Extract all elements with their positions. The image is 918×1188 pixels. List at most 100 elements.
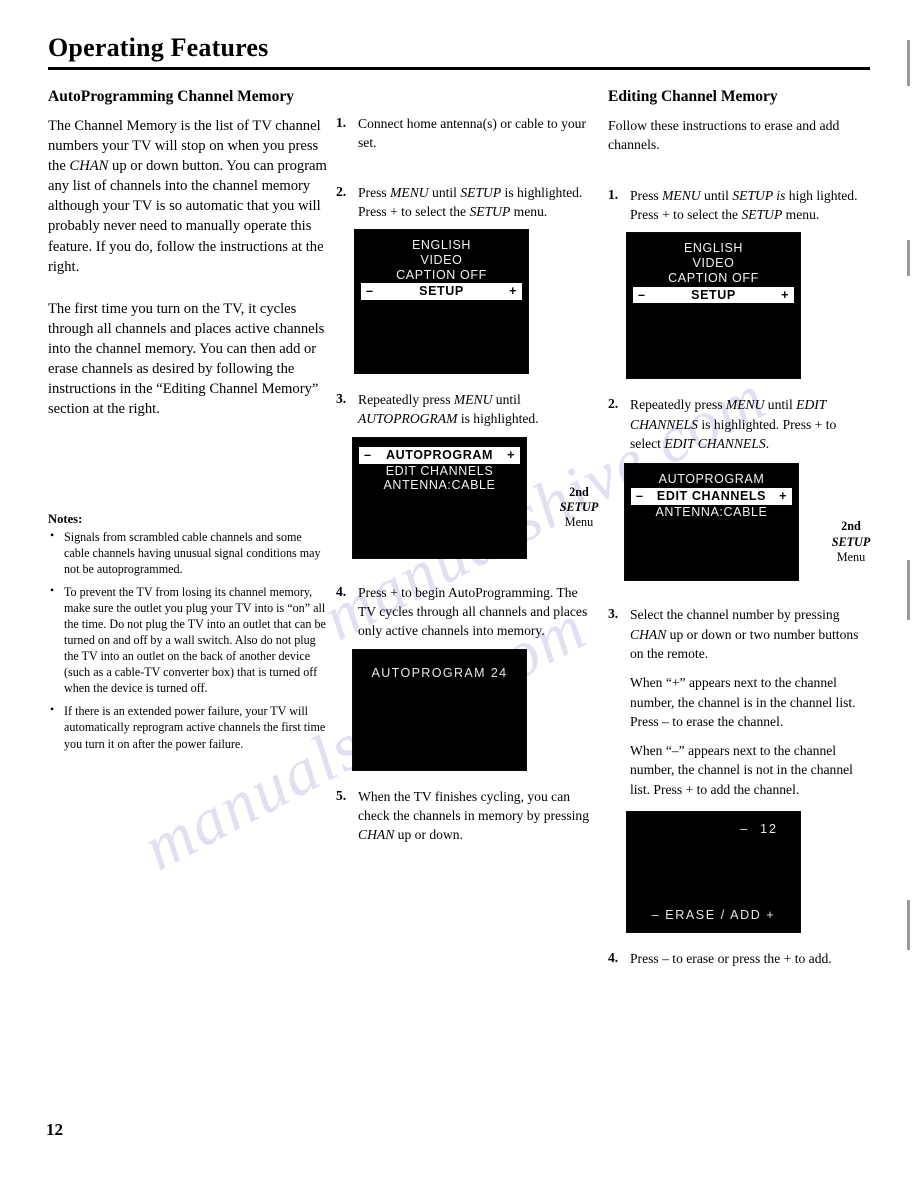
section-heading-autoprogramming: AutoProgramming Channel Memory — [48, 88, 294, 105]
step-text: Press MENU until SETUP is high lighted. … — [630, 186, 870, 225]
bullet-icon: • — [50, 582, 55, 597]
step-number: 3. — [336, 391, 347, 407]
tv-menu-row: EDIT CHANNELS — [385, 463, 494, 478]
step-text: Connect home antenna(s) or cable to your… — [358, 114, 594, 153]
step-item: 1. Connect home antenna(s) or cable to y… — [336, 114, 594, 153]
tv-screen: – AUTOPROGRAM + EDIT CHANNELS ANTENNA:CA… — [352, 436, 527, 559]
step-item: 2. Repeatedly press MENU until EDIT CHAN… — [608, 395, 870, 453]
screen-setup-menu-right: ENGLISH VIDEO CAPTION OFF – SETUP + — [626, 232, 870, 380]
tv-menu-row-label: EDIT CHANNELS — [656, 489, 767, 504]
plus-indicator: + — [781, 287, 789, 302]
step-paragraph: Press MENU until SETUP is highlighted. P… — [358, 183, 594, 222]
step-part: Repeatedly press — [630, 397, 726, 413]
tv-menu-row: AUTOPROGRAM — [658, 472, 765, 487]
emphasis-edit-channels: EDIT CHANNELS — [664, 436, 766, 452]
step-part: until — [492, 392, 521, 408]
minus-indicator: – — [636, 489, 644, 504]
tv-menu-row: VIDEO — [420, 252, 463, 267]
step-part: until — [764, 397, 797, 413]
tv-erase-add-label: – ERASE / ADD + — [651, 908, 776, 923]
caption-line: SETUP — [831, 534, 871, 549]
step-paragraph: Press MENU until SETUP is high lighted. … — [630, 186, 870, 225]
step-text: Repeatedly press MENU until AUTOPROGRAM … — [358, 390, 594, 429]
step-paragraph: When “+” appears next to the channel num… — [630, 675, 856, 729]
tv-menu-row: ANTENNA:CABLE — [383, 478, 496, 493]
step-text: Press + to begin AutoProgramming. The TV… — [358, 583, 594, 641]
step-part: Repeatedly press — [358, 392, 454, 408]
step-text: Press MENU until SETUP is highlighted. P… — [358, 183, 594, 222]
tv-menu-row-label: SETUP — [419, 284, 464, 299]
tv-menu-row: ANTENNA:CABLE — [655, 504, 768, 519]
tv-screen: ENGLISH VIDEO CAPTION OFF – SETUP + — [354, 229, 529, 375]
tv-menu-row: CAPTION OFF — [396, 267, 487, 282]
step-part: up or down. — [394, 827, 463, 843]
minus-indicator: – — [638, 287, 646, 302]
emphasis-setup: SETUP — [460, 184, 502, 200]
step-part: menu. — [782, 207, 820, 223]
paragraph-part-b: up or down button. You can program any l… — [48, 158, 327, 275]
tv-screen: – 12 – ERASE / ADD + — [626, 811, 801, 934]
left-column: AutoProgramming Channel Memory The Chann… — [48, 88, 330, 759]
screen-caption: 2nd SETUP Menu — [820, 519, 882, 565]
paragraph-first-time: The first time you turn on the TV, it cy… — [48, 300, 325, 418]
paragraph-intro: Follow these instructions to erase and a… — [608, 117, 840, 152]
tv-channel-indicator: – 12 — [740, 822, 778, 836]
step-number: 2. — [608, 396, 619, 412]
plus-indicator: + — [507, 447, 515, 462]
emphasis-setup: SETUP — [469, 203, 511, 219]
tv-menu-row: ENGLISH — [411, 238, 472, 253]
step-part: . — [765, 436, 770, 452]
tv-screen: AUTOPROGRAM 24 — [352, 648, 527, 771]
note-text: To prevent the TV from losing its channe… — [64, 584, 326, 696]
document-page: manualshive.com manualshive.com Operatin… — [0, 0, 918, 1188]
emphasis-menu: MENU — [725, 397, 765, 413]
tv-menu-row-highlighted: – SETUP + — [633, 286, 794, 304]
channel-number: 12 — [760, 822, 778, 837]
step-paragraph: Repeatedly press MENU until EDIT CHANNEL… — [630, 395, 870, 453]
emphasis-menu: MENU — [390, 184, 429, 200]
tv-screen: AUTOPROGRAM – EDIT CHANNELS + ANTENNA:CA… — [624, 463, 799, 582]
note-item: • Signals from scrambled cable channels a… — [48, 527, 330, 577]
screen-autoprogram-counter: AUTOPROGRAM 24 — [352, 648, 594, 771]
step-number: 4. — [336, 583, 347, 599]
emphasis-setup: SETUP is — [732, 187, 786, 203]
step-paragraph: When “–” appears next to the channel num… — [630, 743, 853, 797]
emphasis-setup: SETUP — [741, 207, 783, 223]
step-paragraph: Select the channel number by pressing CH… — [630, 605, 870, 663]
minus-indicator: – — [366, 284, 374, 299]
step-part: When the TV finishes cycling, you can ch… — [358, 788, 590, 823]
step-number: 1. — [608, 186, 619, 202]
step-part: Press — [630, 187, 663, 203]
step-text: Select the channel number by pressing CH… — [630, 605, 870, 799]
minus-indicator: – — [364, 447, 372, 462]
caption-line: 2nd — [841, 519, 861, 534]
step-text: Repeatedly press MENU until EDIT CHANNEL… — [630, 395, 870, 453]
caption-line: SETUP — [559, 500, 599, 515]
step-item: 3. Repeatedly press MENU until AUTOPROGR… — [336, 390, 594, 429]
step-number: 1. — [336, 115, 347, 130]
emphasis-chan: CHAN — [630, 626, 667, 642]
channel-sign: – — [740, 822, 750, 837]
bullet-icon: • — [50, 527, 55, 542]
emphasis-chan: CHAN — [358, 827, 395, 843]
step-text: When the TV finishes cycling, you can ch… — [358, 787, 594, 845]
step-item: 1. Press MENU until SETUP is high lighte… — [608, 186, 870, 225]
tv-menu-row-label: SETUP — [691, 287, 736, 302]
caption-line: 2nd — [569, 484, 589, 499]
right-column: Editing Channel Memory Follow these inst… — [608, 88, 870, 976]
screen-edit-channels-menu: AUTOPROGRAM – EDIT CHANNELS + ANTENNA:CA… — [624, 463, 870, 589]
plus-indicator: + — [779, 489, 787, 504]
step-part: menu. — [510, 203, 548, 219]
screen-second-setup-menu-middle: – AUTOPROGRAM + EDIT CHANNELS ANTENNA:CA… — [352, 436, 598, 567]
page-title: Operating Features — [48, 33, 269, 62]
middle-column: 1. Connect home antenna(s) or cable to y… — [336, 114, 598, 853]
screen-erase-add: – 12 – ERASE / ADD + — [626, 811, 870, 934]
step-item: 2. Press MENU until SETUP is highlighted… — [336, 183, 594, 222]
tv-menu-row: VIDEO — [692, 256, 735, 271]
tv-menu-list: AUTOPROGRAM – EDIT CHANNELS + ANTENNA:CA… — [625, 472, 798, 519]
emphasis-menu: MENU — [662, 187, 701, 203]
emphasis-autoprogram: AUTOPROGRAM — [358, 411, 458, 427]
